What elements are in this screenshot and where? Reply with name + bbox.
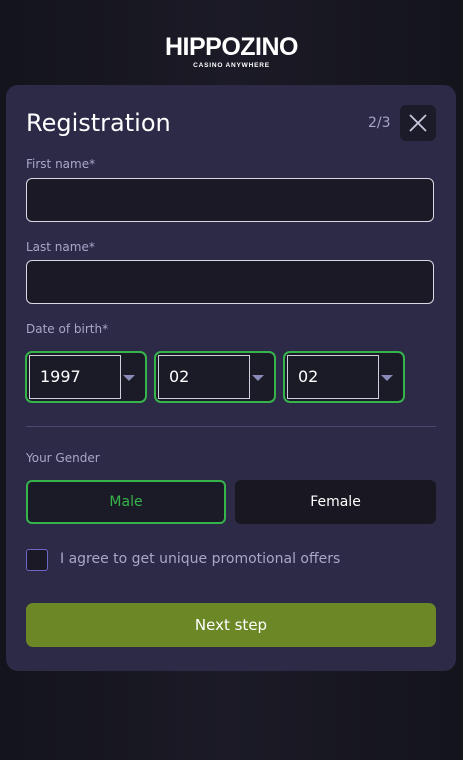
registration-card: Registration 2/3 First name* Last name* …: [6, 85, 456, 671]
page: HIPPOZINO CASINO ANYWHERE Registration 2…: [0, 0, 463, 760]
logo: HIPPOZINO CASINO ANYWHERE: [0, 34, 463, 69]
dob-label: Date of birth*: [26, 322, 109, 336]
close-icon: [409, 114, 427, 132]
step-indicator: 2/3: [368, 115, 391, 131]
last-name-input[interactable]: [26, 260, 434, 304]
last-name-label: Last name*: [26, 240, 95, 254]
chevron-down-icon: [252, 375, 264, 381]
gender-label: Your Gender: [26, 451, 100, 465]
chevron-down-icon: [123, 375, 135, 381]
gender-female-button[interactable]: Female: [235, 480, 436, 524]
first-name-input[interactable]: [26, 178, 434, 222]
form-title: Registration: [26, 109, 171, 137]
next-step-button[interactable]: Next step: [26, 603, 436, 647]
promo-checkbox[interactable]: [26, 549, 48, 571]
dob-year-value: 1997: [29, 355, 121, 399]
dob-month-select[interactable]: 02: [154, 351, 276, 403]
first-name-label: First name*: [26, 157, 96, 171]
promo-checkbox-label: I agree to get unique promotional offers: [60, 551, 341, 567]
dob-day-select[interactable]: 02: [283, 351, 405, 403]
divider: [26, 426, 436, 427]
logo-wordmark: HIPPOZINO: [164, 33, 299, 61]
dob-day-value: 02: [287, 355, 379, 399]
dob-month-value: 02: [158, 355, 250, 399]
close-button[interactable]: [400, 105, 436, 141]
gender-male-button[interactable]: Male: [26, 480, 226, 524]
chevron-down-icon: [381, 375, 393, 381]
dob-year-select[interactable]: 1997: [25, 351, 147, 403]
logo-tagline: CASINO ANYWHERE: [193, 62, 270, 69]
